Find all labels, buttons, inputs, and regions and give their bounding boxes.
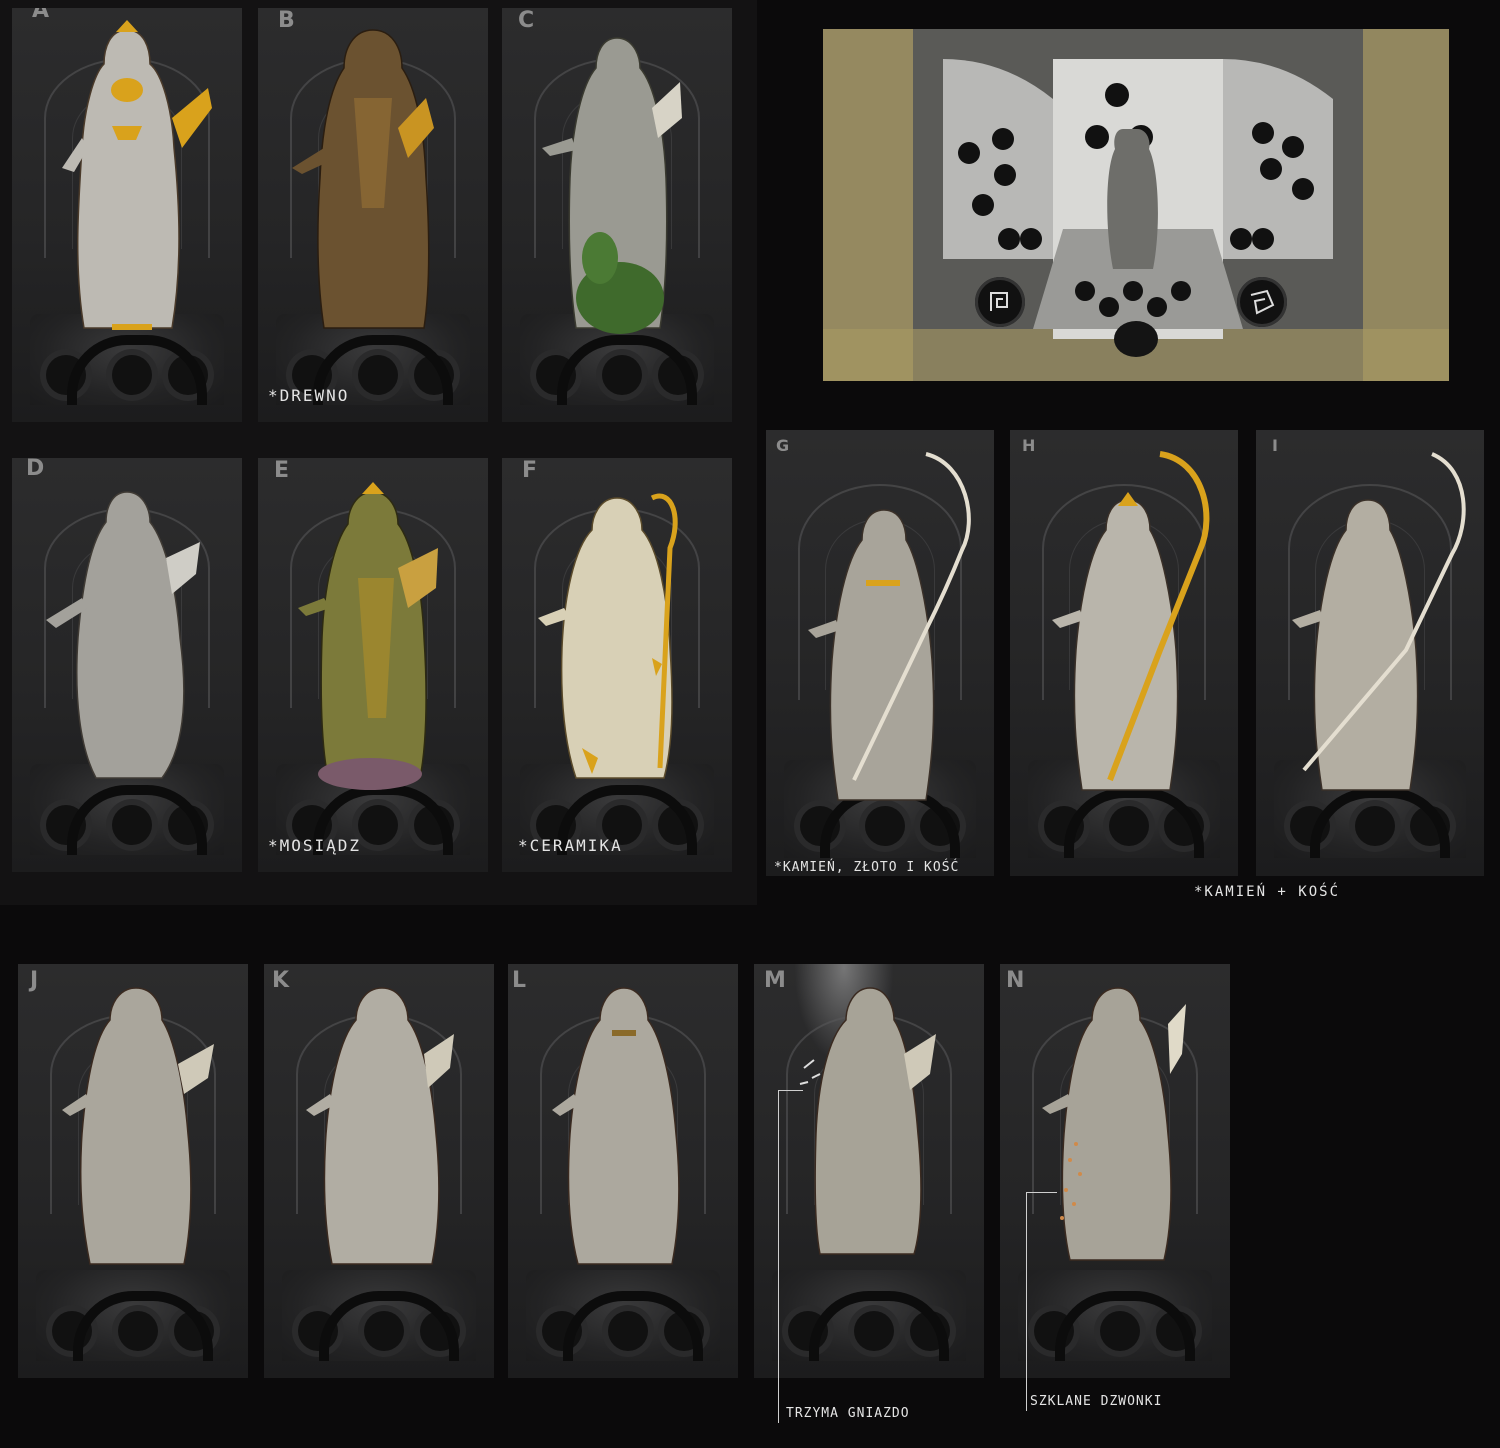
callout-line-bells bbox=[1026, 1192, 1057, 1411]
card-letter: J bbox=[30, 968, 39, 993]
altar-scene-sketch: spiral-rune-icon angular-rune-icon bbox=[823, 29, 1449, 381]
material-note-stone-bone: *KAMIEŃ + KOŚĆ bbox=[1194, 884, 1341, 900]
statue-figure-brass bbox=[298, 482, 438, 790]
statue-card-c: C bbox=[502, 8, 732, 422]
angular-rune-glyph bbox=[1250, 289, 1275, 315]
statue-figure-wood bbox=[292, 29, 434, 329]
material-note-wood: *DREWNO bbox=[268, 386, 350, 405]
statue-figure-stone bbox=[552, 987, 680, 1265]
card-letter: C bbox=[518, 8, 535, 33]
card-letter: D bbox=[26, 458, 45, 481]
material-note-ceramic: *CERAMIKA bbox=[518, 836, 623, 855]
statue-card-a: A bbox=[12, 8, 242, 422]
spiral-rune-glyph bbox=[990, 292, 1008, 311]
statue-card-j: J bbox=[18, 964, 248, 1378]
card-letter: E bbox=[274, 458, 290, 483]
card-letter: G bbox=[776, 436, 790, 455]
statue-card-k: K bbox=[264, 964, 494, 1378]
statue-card-b: B bbox=[258, 8, 488, 422]
statue-figure-stone-gold-bone bbox=[808, 452, 971, 801]
statue-figure-gold-scythe bbox=[1052, 451, 1210, 791]
statue-figure-stone bbox=[62, 987, 214, 1265]
statue-card-e: E bbox=[258, 458, 488, 872]
callout-note-bells: SZKLANE DZWONKI bbox=[1030, 1394, 1163, 1409]
statue-card-i: I bbox=[1256, 430, 1484, 876]
callout-note-nest: TRZYMA GNIAZDO bbox=[786, 1406, 910, 1421]
card-letter: K bbox=[272, 968, 290, 993]
statue-card-d: D bbox=[12, 458, 242, 872]
statue-card-g: G bbox=[766, 430, 994, 876]
card-letter: A bbox=[32, 8, 50, 23]
card-letter: F bbox=[522, 458, 538, 483]
statue-card-f: F bbox=[502, 458, 732, 872]
statue-figure-stone-bone bbox=[1292, 452, 1466, 791]
statue-card-l: L bbox=[508, 964, 738, 1378]
material-note-stone-gold-bone: *KAMIEŃ, ZŁOTO I KOŚĆ bbox=[774, 860, 960, 875]
card-letter: L bbox=[512, 968, 527, 993]
card-letter: B bbox=[278, 8, 295, 33]
statue-figure-stone bbox=[46, 491, 200, 779]
statue-figure-gold bbox=[62, 20, 212, 330]
callout-line-nest bbox=[778, 1090, 803, 1423]
statue-figure-ceramic bbox=[538, 493, 678, 779]
statue-figure-stone bbox=[306, 987, 454, 1265]
statue-figure-stone-ivy bbox=[542, 37, 682, 334]
card-letter: N bbox=[1006, 968, 1025, 993]
statue-card-h: H bbox=[1010, 430, 1238, 876]
card-letter: M bbox=[764, 968, 786, 993]
material-note-brass: *MOSIĄDZ bbox=[268, 836, 362, 855]
card-letter: I bbox=[1272, 436, 1278, 455]
card-letter: H bbox=[1022, 436, 1036, 455]
